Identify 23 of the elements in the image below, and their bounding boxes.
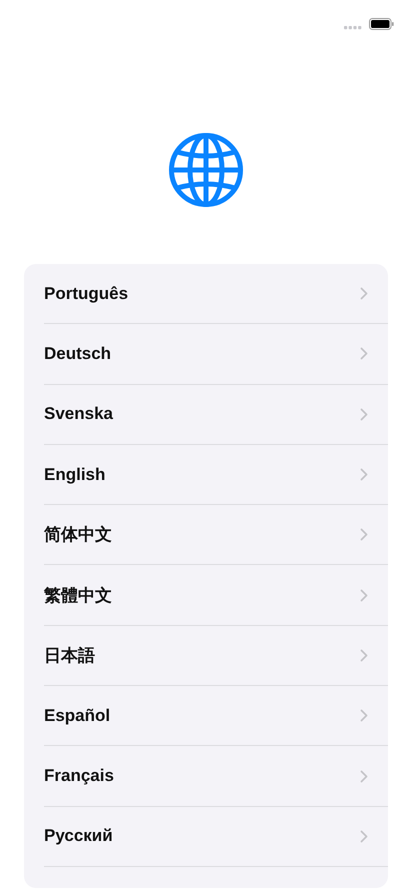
language-row[interactable]: 简体中文 — [44, 505, 388, 566]
language-row[interactable]: Español — [44, 686, 388, 746]
language-row[interactable]: Deutsch — [44, 324, 388, 385]
chevron-icon — [360, 770, 368, 783]
chevron-icon — [360, 287, 368, 300]
chevron-icon — [360, 468, 368, 482]
globe-icon — [168, 132, 244, 208]
chevron-icon — [360, 528, 368, 542]
signal-icon — [344, 26, 362, 30]
language-row[interactable]: 繁體中文 — [44, 565, 388, 626]
language-row[interactable]: Svenska — [44, 384, 388, 445]
chevron-icon — [360, 588, 368, 602]
language-row[interactable]: Русский — [44, 806, 388, 867]
chevron-icon — [360, 648, 368, 662]
chevron-icon — [360, 830, 368, 843]
language-row[interactable]: English — [44, 444, 388, 506]
chevron-icon — [360, 408, 368, 421]
language-row[interactable]: Français — [44, 746, 388, 807]
chevron-icon — [360, 347, 368, 360]
language-row[interactable]: Português — [44, 264, 388, 324]
battery-icon — [369, 18, 394, 30]
chevron-icon — [360, 709, 368, 722]
language-row[interactable]: 日本語 — [44, 626, 388, 686]
